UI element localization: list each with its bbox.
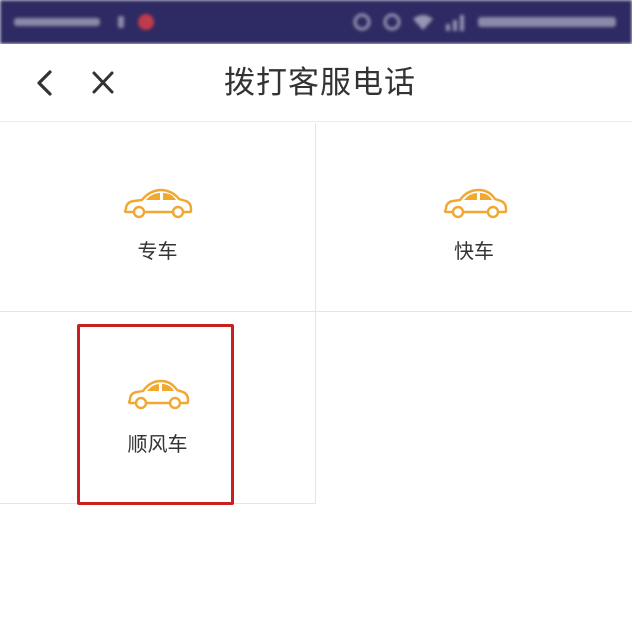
service-label: 专车: [137, 239, 178, 263]
service-option-zhuanche[interactable]: 专车: [0, 123, 315, 311]
battery-and-time-icon: [478, 14, 618, 30]
car-icon: [127, 379, 190, 410]
cellular-signal-icon: [444, 12, 468, 32]
service-option-kuaiche[interactable]: 快车: [316, 123, 632, 311]
grid-divider-vertical: [315, 123, 316, 504]
grid-divider-horizontal: [0, 311, 632, 312]
status-bar: [0, 0, 632, 44]
alarm-icon: [382, 12, 402, 32]
recording-indicator-icon: [138, 14, 154, 30]
page-title: 拨打客服电话: [224, 65, 416, 101]
notification-icon: [114, 14, 128, 30]
navigation-bar: 拨打客服电话: [0, 44, 632, 122]
settings-icon: [352, 12, 372, 32]
wifi-icon: [412, 13, 434, 31]
status-right-group: [352, 12, 618, 32]
service-label: 快车: [454, 239, 494, 263]
service-option-shunfengche[interactable]: 顺风车: [0, 312, 315, 503]
service-label: 顺风车: [127, 432, 188, 456]
car-icon: [123, 188, 193, 219]
signal-strength-icon: [14, 15, 104, 29]
grid-divider-bottom: [0, 503, 316, 504]
car-icon: [443, 188, 508, 219]
status-left-group: [14, 14, 154, 30]
